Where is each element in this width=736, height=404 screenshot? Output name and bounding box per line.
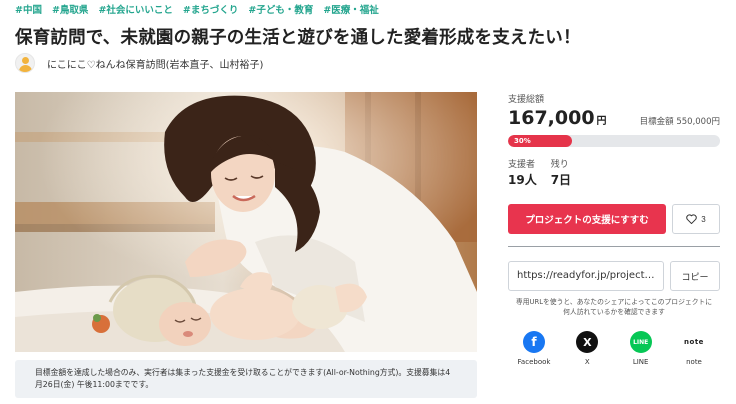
funding-panel: 支援総額 167,000 円 目標金額 550,000円 30% 支援者 19人 … <box>508 92 720 366</box>
raised-value: 167,000 <box>508 107 595 129</box>
goal-label: 目標金額 <box>639 117 674 127</box>
supporters-stat: 支援者 19人 <box>508 157 537 188</box>
facebook-label: Facebook <box>517 358 551 366</box>
facebook-icon[interactable]: f <box>523 331 545 353</box>
social-share-buttons: f Facebook X X LINE LINE note note <box>508 331 720 366</box>
project-title: 保育訪問で、未就園の親子の生活と遊びを通した愛着形成を支えたい！ <box>15 28 581 48</box>
support-project-button[interactable]: プロジェクトの支援にすすむ <box>508 204 666 234</box>
raised-amount: 167,000 円 <box>508 107 607 129</box>
x-icon[interactable]: X <box>576 331 599 353</box>
owner-name-link[interactable]: にこにこ♡ねんね保育訪問(岩本直子、山村裕子) <box>47 56 263 71</box>
tag-list: #中国 #鳥取県 #社会にいいこと #まちづくり #子ども・教育 #医療・福祉 <box>15 2 379 16</box>
copy-url-button[interactable]: コピー <box>670 261 720 291</box>
favorite-button[interactable]: 3 <box>672 204 720 234</box>
share-url-field[interactable]: https://readyfor.jp/projects/nikoniko <box>508 261 664 291</box>
divider <box>508 246 720 247</box>
project-owner[interactable]: にこにこ♡ねんね保育訪問(岩本直子、山村裕子) <box>15 53 263 73</box>
x-label: X <box>584 358 590 366</box>
remaining-label: 残り <box>550 160 569 170</box>
project-hero-image <box>15 92 477 352</box>
remaining-days: 7日 <box>550 173 572 187</box>
progress-percent: 30% <box>514 137 531 145</box>
supporters-label: 支援者 <box>508 160 536 170</box>
share-facebook[interactable]: f Facebook <box>512 331 556 366</box>
action-row: プロジェクトの支援にすすむ 3 <box>508 204 720 234</box>
remaining-stat: 残り 7日 <box>551 157 571 188</box>
tag-link[interactable]: #中国 <box>15 2 42 16</box>
share-help-text: 専用URLを使うと、あなたのシェアによってこのプロジェクトに何人訪れているかを確… <box>515 298 713 316</box>
tag-link[interactable]: #まちづくり <box>183 2 238 16</box>
line-icon[interactable]: LINE <box>629 331 652 353</box>
note-label: note <box>686 358 702 366</box>
heart-icon <box>686 214 698 224</box>
line-label: LINE <box>632 358 649 366</box>
share-note[interactable]: note note <box>672 331 716 366</box>
share-url-row: https://readyfor.jp/projects/nikoniko コピ… <box>508 261 720 291</box>
funding-progress-bar: 30% <box>508 135 720 147</box>
note-icon[interactable]: note <box>682 331 705 353</box>
goal-value: 550,000円 <box>676 117 720 127</box>
all-or-nothing-notice: 目標金額を達成した場合のみ、実行者は集まった支援金を受け取ることができます(Al… <box>15 360 477 398</box>
raised-unit: 円 <box>596 116 607 127</box>
tag-link[interactable]: #医療・福祉 <box>323 2 378 16</box>
mother-and-baby-photo <box>15 92 477 352</box>
raised-label: 支援総額 <box>508 95 545 105</box>
supporters-count: 19人 <box>508 173 537 187</box>
share-line[interactable]: LINE LINE <box>619 331 663 366</box>
owner-avatar-icon[interactable] <box>15 53 35 73</box>
goal-amount: 目標金額 550,000円 <box>640 115 720 127</box>
tag-link[interactable]: #鳥取県 <box>52 2 88 16</box>
favorite-count: 3 <box>701 214 706 224</box>
tag-link[interactable]: #子ども・教育 <box>248 2 313 16</box>
share-x[interactable]: X X <box>565 331 609 366</box>
amount-row: 167,000 円 目標金額 550,000円 <box>508 107 720 129</box>
tag-link[interactable]: #社会にいいこと <box>98 2 172 16</box>
funding-stats: 支援者 19人 残り 7日 <box>508 157 720 188</box>
